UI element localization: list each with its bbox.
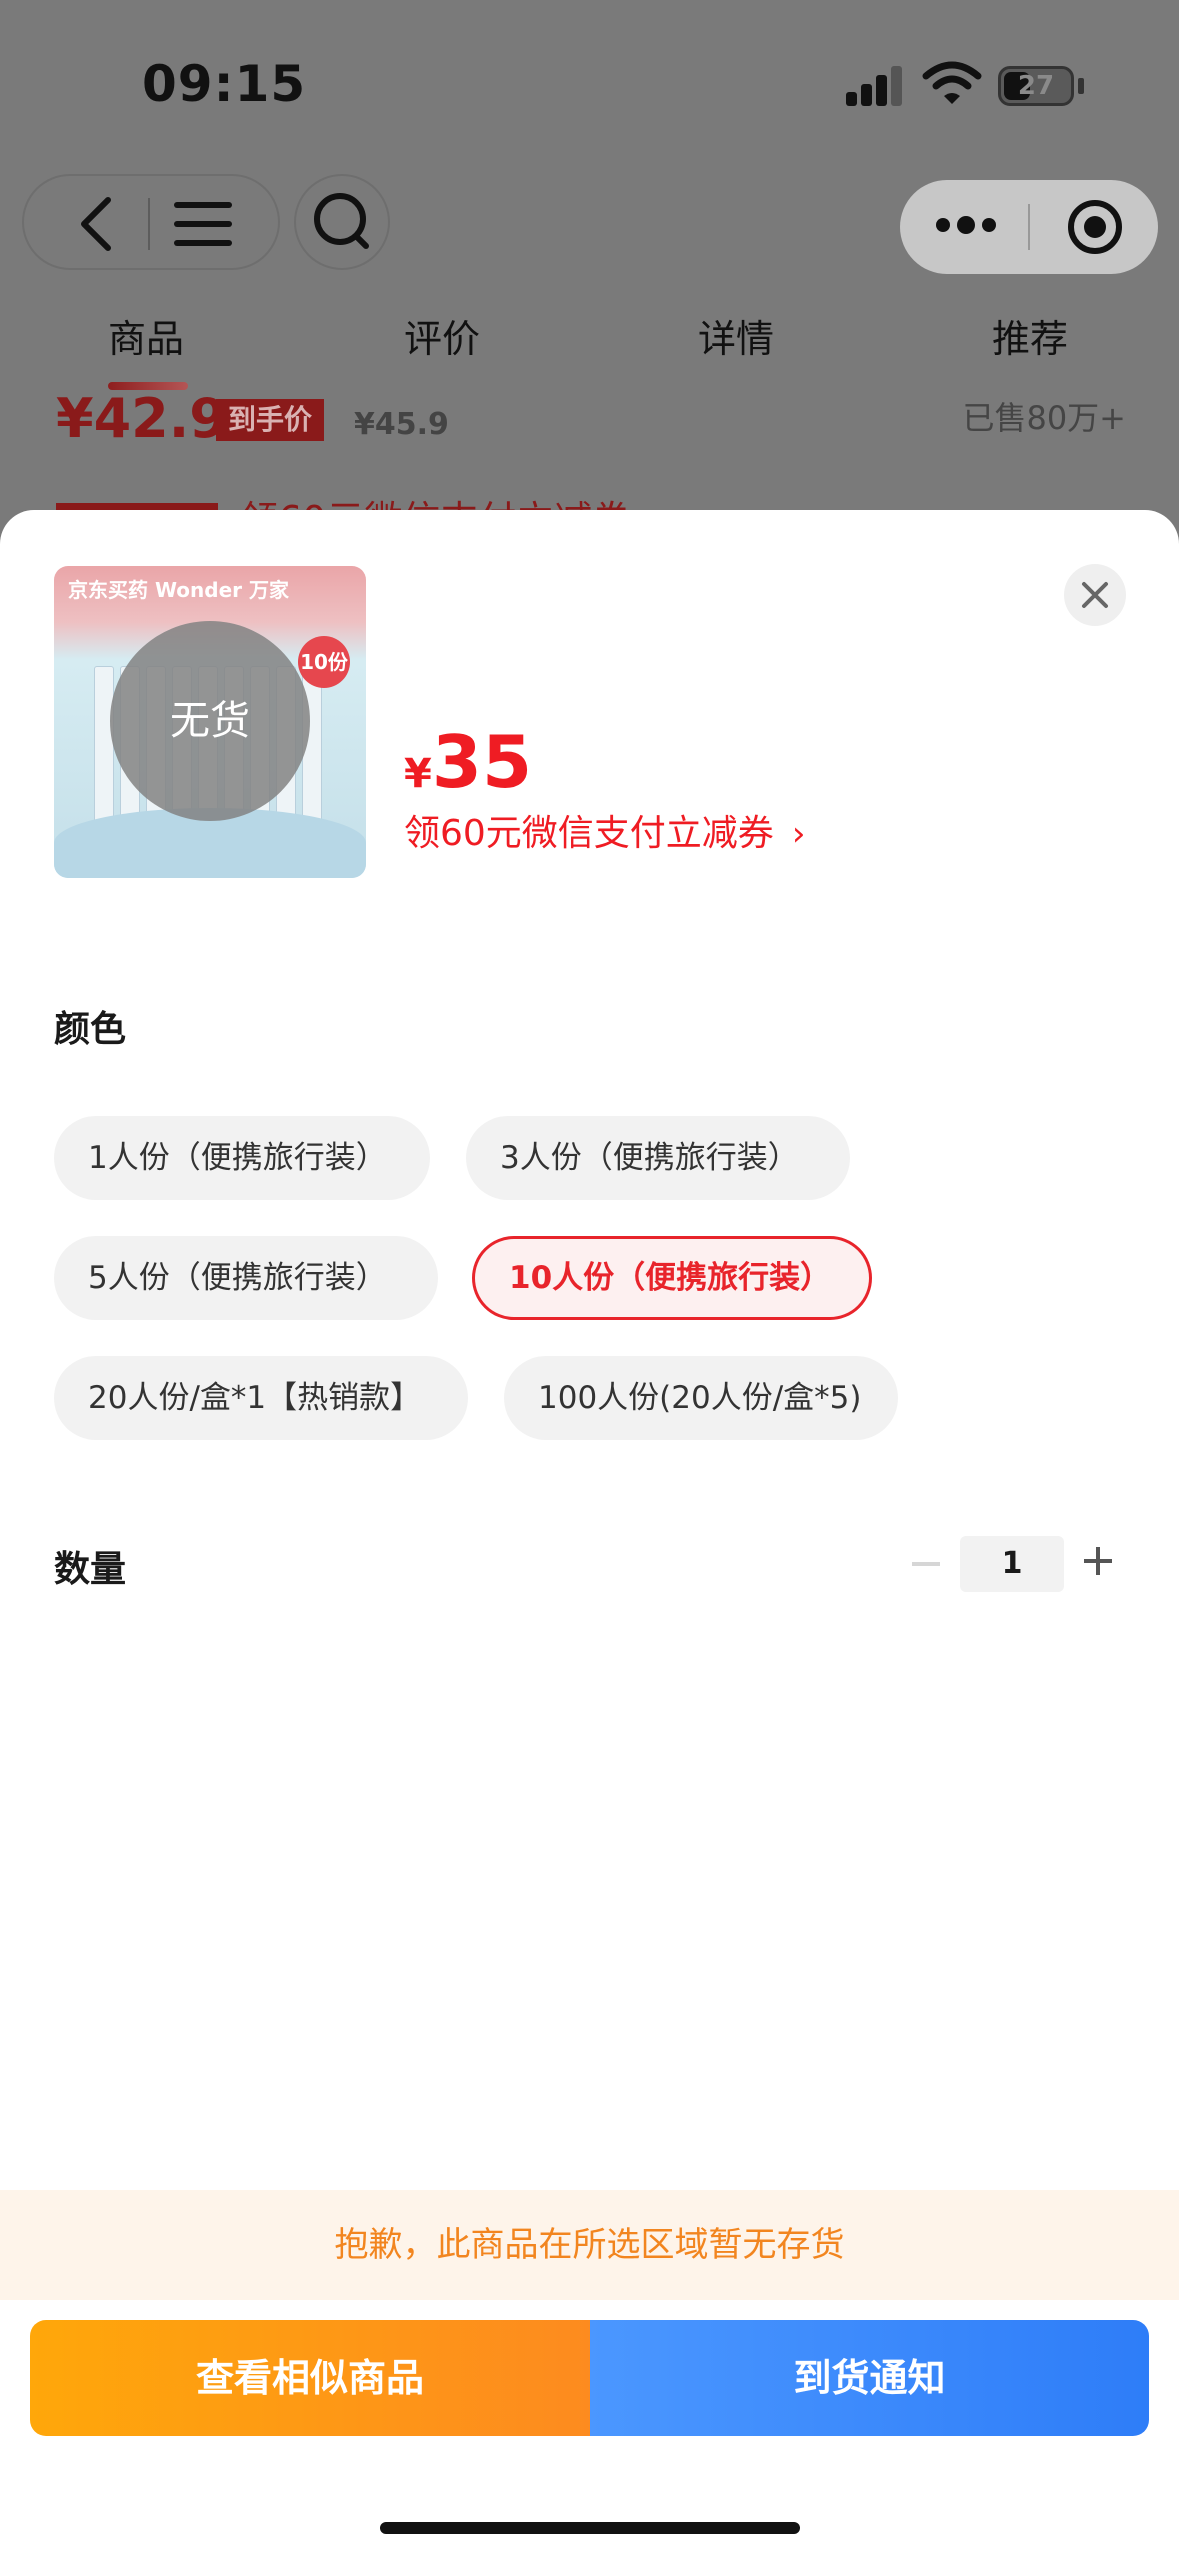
quantity-label: 数量 xyxy=(54,1549,127,1590)
back-arrow-icon[interactable] xyxy=(72,196,122,252)
battery-icon: 27 xyxy=(998,66,1074,106)
search-icon[interactable] xyxy=(294,174,390,270)
battery-level: 27 xyxy=(1017,71,1055,101)
coupon-text: 领60元微信支付立减券 xyxy=(404,813,774,854)
spec-option-20-person[interactable]: 20人份/盒*1【热销款】 xyxy=(54,1356,468,1440)
final-price-badge: 到手价 xyxy=(216,399,325,441)
tab-reviews[interactable]: 评价 xyxy=(404,308,480,363)
thumbnail-count-badge: 10份 xyxy=(298,636,350,688)
status-time: 09:15 xyxy=(142,55,307,113)
close-icon xyxy=(1082,582,1108,608)
spec-option-100-person[interactable]: 100人份(20人份/盒*5) xyxy=(504,1356,898,1440)
color-section-label: 颜色 xyxy=(54,1009,127,1050)
battery-cap xyxy=(1078,78,1084,94)
increase-quantity-button[interactable] xyxy=(1084,1547,1112,1575)
more-options-icon[interactable] xyxy=(936,214,996,240)
cellular-signal-icon xyxy=(846,66,904,106)
chevron-right-icon: › xyxy=(791,814,806,854)
spec-option-5-person[interactable]: 5人份（便携旅行装） xyxy=(54,1236,438,1320)
sold-count: 已售80万+ xyxy=(962,399,1126,437)
price-value: 35 xyxy=(431,720,533,804)
background-price: ¥42.9 xyxy=(56,387,227,450)
decrease-quantity-button[interactable] xyxy=(912,1562,940,1566)
miniprogram-capsule xyxy=(900,180,1158,274)
quantity-input[interactable]: 1 xyxy=(960,1536,1064,1592)
background-price-row: ¥42.9 到手价 ¥45.9 已售80万+ xyxy=(56,387,1156,455)
product-thumbnail: 京东买药 Wonder 万家 10份 无货 xyxy=(54,566,366,878)
menu-icon[interactable] xyxy=(174,202,232,246)
original-price: ¥45.9 xyxy=(354,407,449,442)
close-button[interactable] xyxy=(1064,564,1126,626)
spec-option-3-person[interactable]: 3人份（便携旅行装） xyxy=(466,1116,850,1200)
wifi-icon xyxy=(922,60,982,108)
nav-capsule xyxy=(22,174,280,270)
sku-selector-sheet: 京东买药 Wonder 万家 10份 无货 ¥35 领60元微信支付立减券 › 颜… xyxy=(0,510,1179,2556)
out-of-stock-overlay: 无货 xyxy=(110,621,310,821)
tab-product[interactable]: 商品 xyxy=(108,308,184,363)
home-indicator xyxy=(380,2522,800,2534)
coupon-link[interactable]: 领60元微信支付立减券 › xyxy=(404,804,805,856)
out-of-stock-notice: 抱歉，此商品在所选区域暂无存货 xyxy=(0,2190,1179,2300)
tab-bar: 商品 评价 详情 推荐 xyxy=(0,308,1179,390)
nav-divider xyxy=(148,198,150,250)
tab-details[interactable]: 详情 xyxy=(698,308,774,363)
currency-symbol: ¥ xyxy=(404,751,432,797)
thumbnail-brand-logo: 京东买药 Wonder 万家 xyxy=(68,578,289,602)
capsule-divider xyxy=(1028,204,1030,250)
restock-notify-button[interactable]: 到货通知 xyxy=(590,2320,1149,2436)
spec-option-10-person-selected[interactable]: 10人份（便携旅行装） xyxy=(472,1236,872,1320)
sheet-price: ¥35 xyxy=(404,720,532,804)
spec-option-1-person[interactable]: 1人份（便携旅行装） xyxy=(54,1116,430,1200)
status-bar: 09:15 27 xyxy=(0,0,1179,170)
tab-recommend[interactable]: 推荐 xyxy=(992,308,1068,363)
close-miniprogram-icon[interactable] xyxy=(1068,200,1122,254)
view-similar-button[interactable]: 查看相似商品 xyxy=(30,2320,590,2436)
